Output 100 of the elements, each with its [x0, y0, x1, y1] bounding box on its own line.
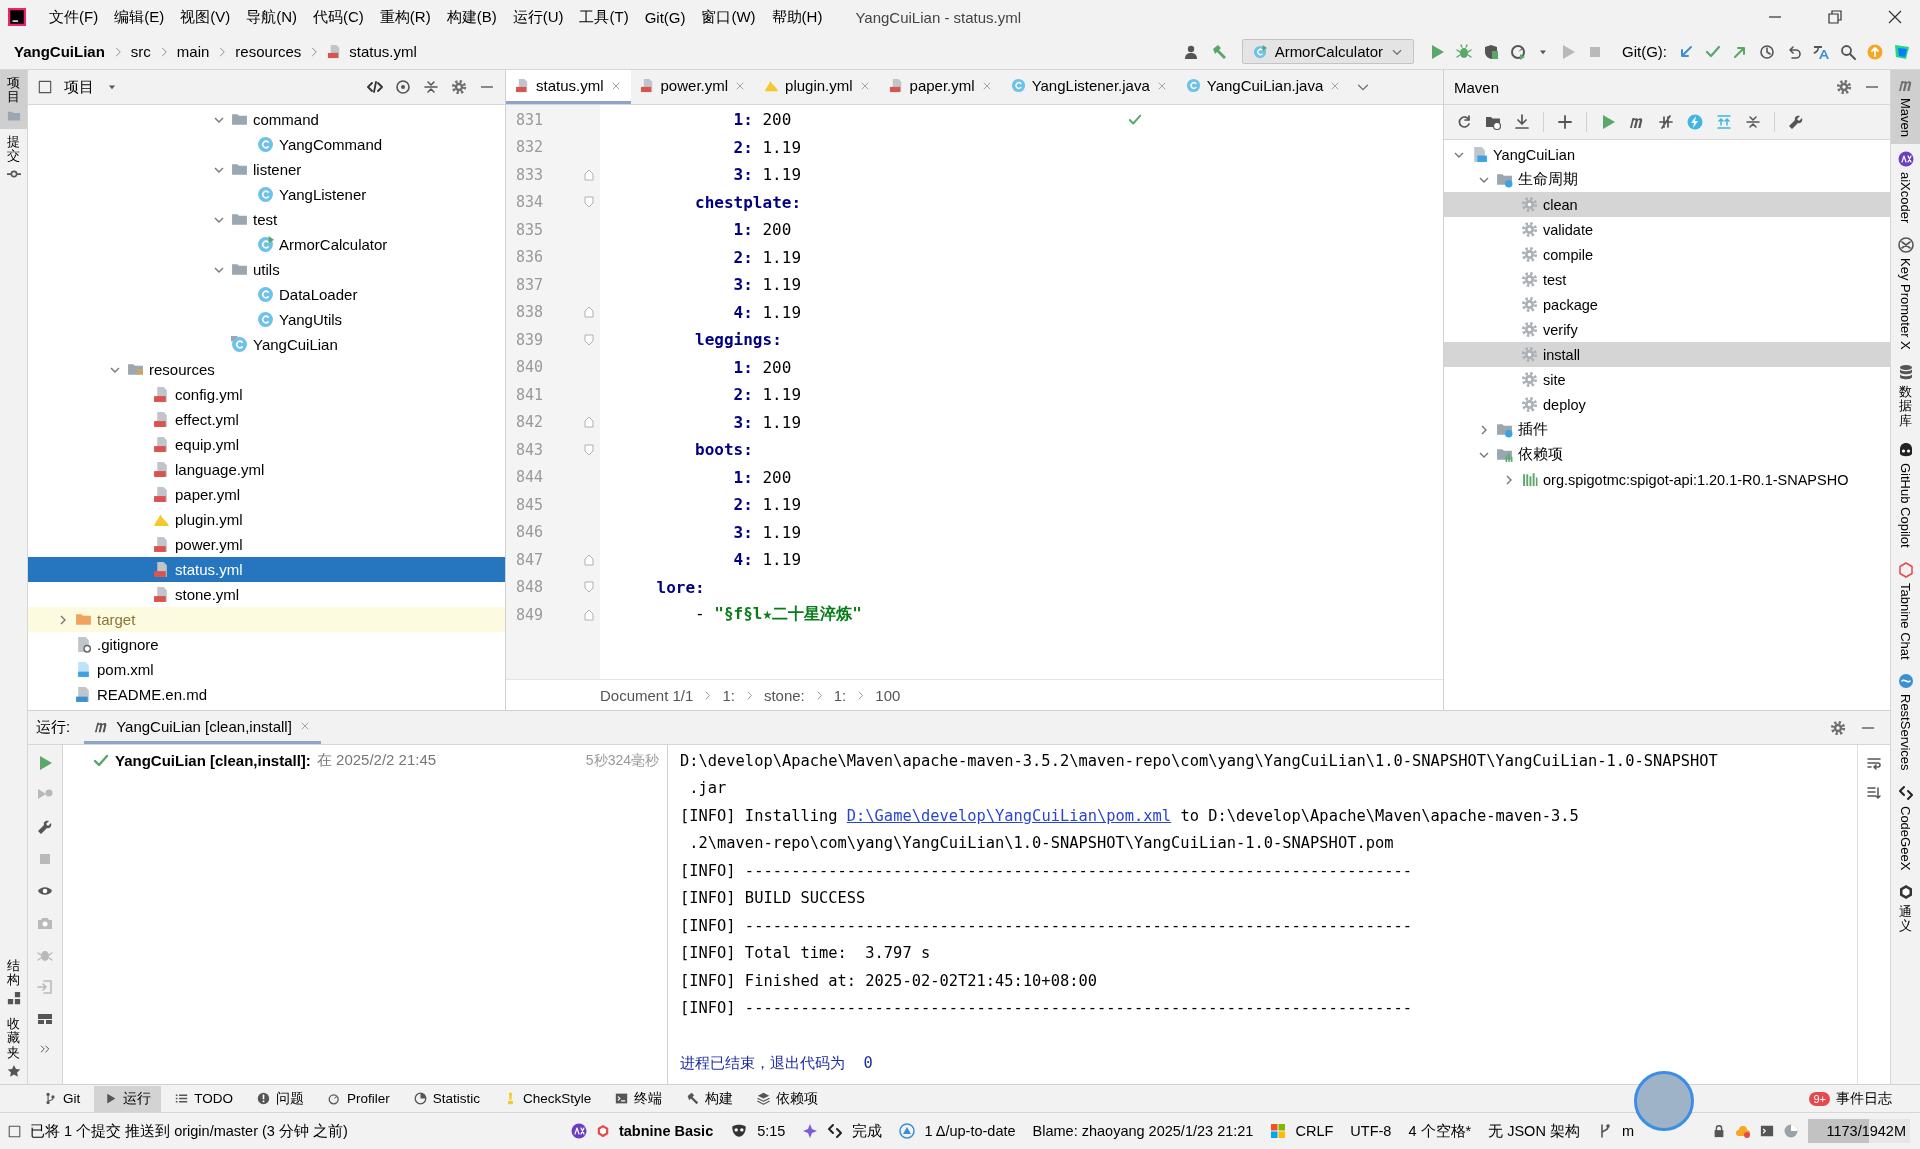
tree-item[interactable]: stone.yml [28, 582, 505, 607]
breadcrumb-item[interactable]: main [176, 43, 210, 60]
vcs-status[interactable]: 1 Δ/up-to-date [924, 1123, 1016, 1139]
folder-icon[interactable] [1485, 114, 1501, 130]
tree-item[interactable]: config.yml [28, 382, 505, 407]
pie-icon[interactable] [1783, 1123, 1799, 1139]
panel-title[interactable]: 项目 [64, 77, 94, 97]
run-configuration-dropdown[interactable]: ArmorCalculator [1241, 39, 1414, 64]
editor-tab[interactable]: YangCuiLian.java [1176, 70, 1351, 104]
tool-window-tab[interactable]: CodeGeeX [1891, 777, 1920, 878]
tree-item[interactable]: 生命周期 [1444, 167, 1890, 192]
menu-item[interactable]: 代码(C) [306, 5, 371, 29]
tool-window-button[interactable]: Profiler [318, 1087, 400, 1110]
tree-item[interactable]: site [1444, 367, 1890, 392]
tree-item[interactable]: power.yml [28, 532, 505, 557]
more-icon[interactable] [39, 1043, 51, 1055]
event-log-button[interactable]: 9+ 事件日志 [1799, 1085, 1902, 1112]
tree-item[interactable]: install [1444, 342, 1890, 367]
translate-icon[interactable] [1813, 43, 1829, 60]
fold-marker-icon[interactable] [584, 196, 594, 209]
download-icon[interactable] [1514, 114, 1530, 130]
tree-item[interactable]: plugin.yml [28, 507, 505, 532]
tree-item[interactable]: README.en.md [28, 682, 505, 707]
tool-window-button[interactable]: Git [34, 1087, 91, 1110]
menu-item[interactable]: 编辑(E) [107, 5, 172, 29]
file-link[interactable]: D:\Game\develop\YangCuiLian\pom.xml [846, 806, 1172, 825]
tool-window-tab[interactable]: 提交 [0, 128, 27, 188]
panel-toggle-icon[interactable] [8, 1124, 21, 1138]
tree-item[interactable]: verify [1444, 317, 1890, 342]
settings-icon[interactable] [1830, 719, 1846, 736]
menu-item[interactable]: 文件(F) [42, 5, 106, 29]
skip-tests-icon[interactable] [1658, 114, 1674, 130]
fold-marker-icon[interactable] [584, 443, 594, 456]
tree-item[interactable]: clean [1444, 192, 1890, 217]
breadcrumb-item[interactable]: YangCuiLian [14, 43, 105, 60]
rollback-icon[interactable] [1786, 43, 1802, 60]
menu-item[interactable]: 运行(U) [505, 5, 571, 29]
run-icon[interactable] [37, 755, 53, 771]
close-window-icon[interactable] [1888, 10, 1902, 24]
search-icon[interactable] [1840, 43, 1856, 60]
tool-window-tab[interactable]: 结构 [0, 952, 27, 1012]
profile-icon[interactable] [1510, 43, 1526, 60]
tool-window-button[interactable]: 依赖项 [747, 1085, 829, 1112]
breadcrumb-item[interactable]: status.yml [349, 43, 417, 60]
tree-item[interactable]: org.spigotmc:spigot-api:1.20.1-R0.1-SNAPSHO [1444, 467, 1890, 492]
tool-window-button[interactable]: 运行 [94, 1085, 162, 1112]
breadcrumb-item[interactable]: stone: [763, 686, 805, 704]
tree-item[interactable]: YangCuiLian [1444, 142, 1890, 167]
history-icon[interactable] [1759, 43, 1775, 60]
scroll-to-end-icon[interactable] [1866, 785, 1882, 801]
collapse-icon[interactable] [1745, 114, 1761, 130]
fold-marker-icon[interactable] [584, 608, 594, 621]
tool-window-button[interactable]: CheckStyle [494, 1087, 602, 1110]
tree-item[interactable]: resources [28, 357, 505, 382]
tool-window-tab[interactable]: 项目 [0, 70, 27, 129]
aixcoder-icon[interactable] [570, 1123, 587, 1139]
tree-item[interactable]: listener [28, 157, 505, 182]
json-schema[interactable]: 无 JSON 架构 [1488, 1121, 1580, 1141]
menu-item[interactable]: 构建(B) [439, 5, 504, 29]
run-tab[interactable]: YangCuiLian [clean,install] [84, 711, 321, 744]
tree-item[interactable]: YangCommand [28, 132, 505, 157]
menu-item[interactable]: Git(G) [637, 6, 693, 28]
line-separator[interactable]: CRLF [1295, 1123, 1334, 1139]
locate-icon[interactable] [395, 79, 411, 95]
menu-item[interactable]: 帮助(H) [764, 5, 830, 29]
tree-item[interactable]: YangUtils [28, 307, 505, 332]
restore-window-icon[interactable] [1828, 10, 1842, 24]
tool-window-button[interactable]: 构建 [676, 1085, 744, 1112]
editor-tab[interactable]: YangListener.java [1001, 70, 1177, 104]
soft-wrap-icon[interactable] [1866, 755, 1882, 771]
tree-item[interactable]: package [1444, 292, 1890, 317]
reload-icon[interactable] [1456, 114, 1472, 130]
commit-icon[interactable] [1705, 43, 1721, 60]
breadcrumb-item[interactable]: 100 [875, 686, 901, 704]
tool-window-button[interactable]: 问题 [247, 1085, 315, 1112]
tree-item[interactable]: .gitignore [28, 632, 505, 657]
tree-item[interactable]: paper.yml [28, 482, 505, 507]
hammer-icon[interactable] [1210, 43, 1227, 60]
tree-item[interactable]: command [28, 107, 505, 132]
tabnine-status[interactable]: tabnine Basic [618, 1123, 714, 1139]
settings-icon[interactable] [1836, 79, 1852, 95]
memory-indicator[interactable]: 1173/1942M [1808, 1119, 1910, 1143]
wrench-icon[interactable] [37, 819, 53, 835]
run-icon[interactable] [1429, 43, 1445, 60]
breadcrumb-item[interactable]: Document 1/1 [600, 686, 694, 704]
fold-marker-icon[interactable] [584, 306, 594, 319]
editor-tab[interactable]: plugin.yml [755, 70, 880, 104]
tree-item[interactable]: equip.yml [28, 432, 505, 457]
sparkle-icon[interactable] [802, 1123, 819, 1139]
tree-item[interactable]: validate [1444, 217, 1890, 242]
tree-item[interactable]: status.yml [28, 557, 505, 582]
tree-item[interactable]: test [1444, 267, 1890, 292]
menu-item[interactable]: 视图(V) [173, 5, 238, 29]
tree-item[interactable]: effect.yml [28, 407, 505, 432]
tool-window-button[interactable]: TODO [165, 1087, 244, 1110]
toolbox-logo-icon[interactable] [1894, 43, 1910, 60]
breadcrumb-item[interactable]: 1: [722, 686, 735, 704]
update-project-icon[interactable] [1678, 43, 1694, 60]
blame-info[interactable]: Blame: zhaoyang 2025/1/23 21:21 [1032, 1123, 1254, 1139]
tree-item[interactable]: ArmorCalculator [28, 232, 505, 257]
